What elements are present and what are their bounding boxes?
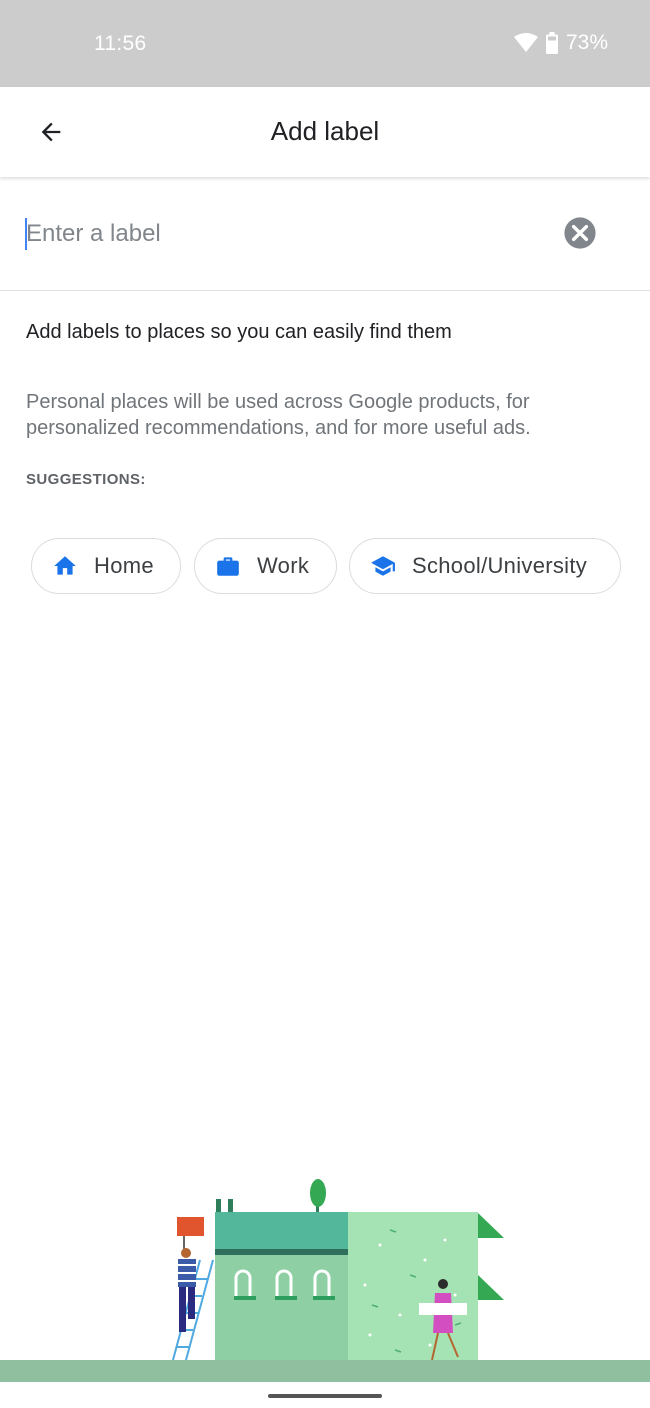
app-bar: Add label <box>0 87 650 177</box>
suggestions-heading: SUGGESTIONS: <box>26 471 146 488</box>
status-bar: 11:56 73% <box>0 0 650 87</box>
chip-label: Work <box>257 553 310 578</box>
briefcase-icon <box>215 553 241 579</box>
chip-home[interactable]: Home <box>31 538 181 594</box>
page-title: Add label <box>270 116 380 146</box>
battery-percentage: 73% <box>565 31 608 54</box>
status-time: 11:56 <box>94 32 147 55</box>
home-icon <box>52 553 78 579</box>
label-input[interactable] <box>26 213 546 255</box>
privacy-note: Personal places will be used across Goog… <box>26 391 531 439</box>
chip-label: School/University <box>412 553 588 578</box>
status-icons: 73% <box>513 31 608 55</box>
text-caret <box>25 218 27 250</box>
chip-school-university[interactable]: School/University <box>349 538 621 594</box>
chip-label: Home <box>94 553 154 578</box>
chip-work[interactable]: Work <box>194 538 337 594</box>
battery-icon <box>545 32 558 54</box>
description-text: Add labels to places so you can easily f… <box>26 321 452 343</box>
places-illustration <box>0 1179 650 1382</box>
navigation-handle[interactable] <box>268 1394 382 1398</box>
school-icon <box>370 553 396 579</box>
wifi-icon <box>513 33 538 52</box>
clear-icon[interactable] <box>563 216 597 250</box>
